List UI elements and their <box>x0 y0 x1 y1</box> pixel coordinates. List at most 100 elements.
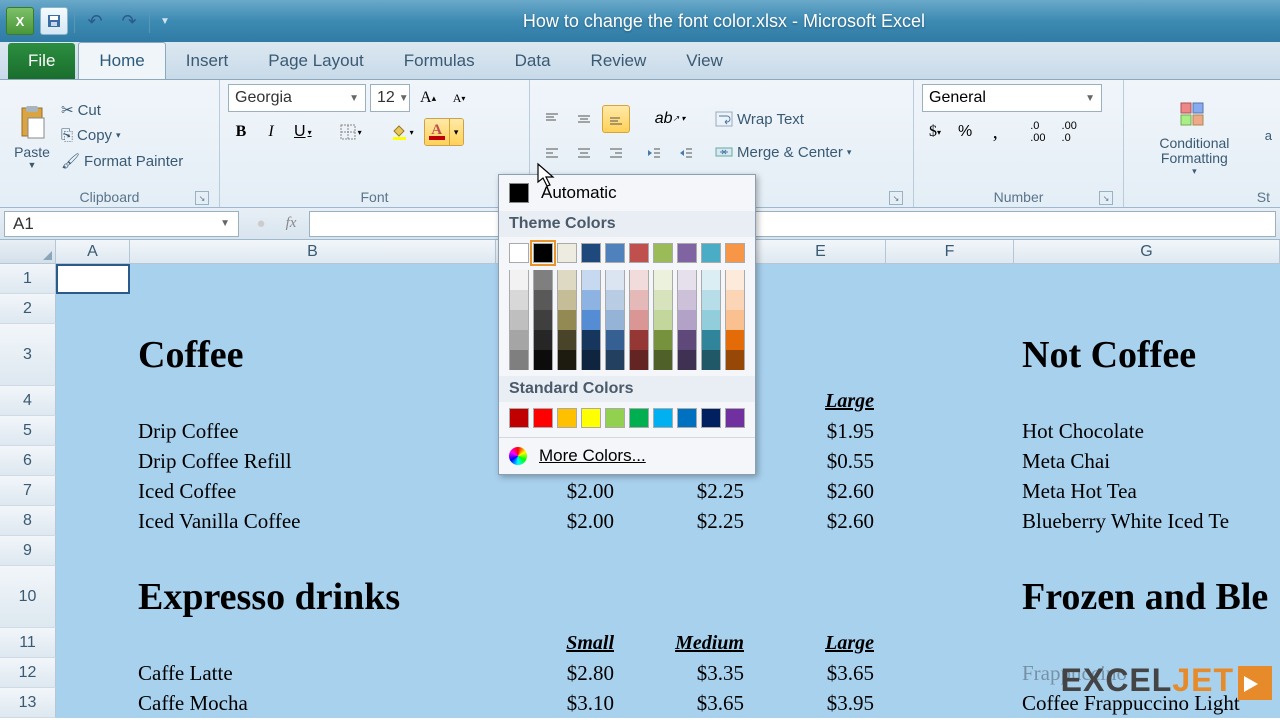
color-swatch[interactable] <box>605 270 625 290</box>
color-swatch[interactable] <box>677 330 697 350</box>
page-layout-tab[interactable]: Page Layout <box>248 43 383 79</box>
row-header[interactable]: 5 <box>0 416 56 446</box>
row-header[interactable]: 3 <box>0 324 56 386</box>
color-swatch[interactable] <box>509 310 529 330</box>
color-swatch[interactable] <box>605 290 625 310</box>
orientation-button[interactable]: ab↗▾ <box>640 105 700 133</box>
color-swatch[interactable] <box>557 310 577 330</box>
align-bottom-button[interactable] <box>602 105 630 133</box>
insert-tab[interactable]: Insert <box>166 43 249 79</box>
row-header[interactable]: 6 <box>0 446 56 476</box>
row-header[interactable]: 1 <box>0 264 56 294</box>
color-swatch[interactable] <box>701 310 721 330</box>
color-swatch[interactable] <box>701 350 721 370</box>
conditional-formatting-button[interactable]: Conditional Formatting▾ <box>1132 92 1257 180</box>
column-header[interactable]: G <box>1014 240 1280 264</box>
color-swatch[interactable] <box>629 330 649 350</box>
color-swatch[interactable] <box>581 243 601 263</box>
comma-button[interactable]: , <box>982 118 1008 146</box>
color-swatch[interactable] <box>533 290 553 310</box>
color-swatch[interactable] <box>677 408 697 428</box>
color-swatch[interactable] <box>653 350 673 370</box>
cancel-formula-button[interactable]: ● <box>247 212 275 236</box>
color-swatch[interactable] <box>557 290 577 310</box>
copy-button[interactable]: ⎘Copy▾ <box>56 124 188 147</box>
row-header[interactable]: 9 <box>0 536 56 566</box>
active-cell[interactable] <box>56 264 130 294</box>
decrease-decimal-button[interactable]: .00.0 <box>1056 118 1083 146</box>
align-center-button[interactable] <box>570 139 598 167</box>
view-tab[interactable]: View <box>666 43 743 79</box>
color-swatch[interactable] <box>557 243 577 263</box>
clipboard-launcher[interactable]: ↘ <box>195 191 209 205</box>
color-swatch[interactable] <box>653 243 673 263</box>
align-left-button[interactable] <box>538 139 566 167</box>
name-box[interactable]: A1▼ <box>4 211 239 237</box>
align-top-button[interactable] <box>538 105 566 133</box>
format-painter-button[interactable]: 🖌Format Painter <box>56 149 188 173</box>
color-swatch[interactable] <box>629 290 649 310</box>
color-swatch[interactable] <box>677 350 697 370</box>
color-swatch[interactable] <box>629 243 649 263</box>
color-swatch[interactable] <box>533 408 553 428</box>
color-swatch[interactable] <box>677 310 697 330</box>
more-colors-item[interactable]: More Colors... <box>499 437 755 474</box>
number-launcher[interactable]: ↘ <box>1099 191 1113 205</box>
color-swatch[interactable] <box>581 310 601 330</box>
color-swatch[interactable] <box>605 408 625 428</box>
alignment-launcher[interactable]: ↘ <box>889 191 903 205</box>
color-swatch[interactable] <box>509 290 529 310</box>
color-swatch[interactable] <box>677 270 697 290</box>
color-swatch[interactable] <box>581 350 601 370</box>
color-swatch[interactable] <box>509 350 529 370</box>
row-header[interactable]: 4 <box>0 386 56 416</box>
excel-icon[interactable]: X <box>6 7 34 35</box>
color-swatch[interactable] <box>533 350 553 370</box>
underline-button[interactable]: U▾ <box>288 118 318 146</box>
merge-center-button[interactable]: Merge & Center▾ <box>710 139 856 166</box>
color-swatch[interactable] <box>557 350 577 370</box>
color-swatch[interactable] <box>605 330 625 350</box>
formulas-tab[interactable]: Formulas <box>384 43 495 79</box>
color-swatch[interactable] <box>701 270 721 290</box>
row-header[interactable]: 10 <box>0 566 56 628</box>
color-swatch[interactable] <box>557 270 577 290</box>
color-swatch[interactable] <box>629 350 649 370</box>
color-swatch[interactable] <box>725 290 745 310</box>
color-swatch[interactable] <box>653 310 673 330</box>
column-header[interactable]: B <box>130 240 496 264</box>
row-header[interactable]: 11 <box>0 628 56 658</box>
row-header[interactable]: 12 <box>0 658 56 688</box>
color-swatch[interactable] <box>605 350 625 370</box>
color-swatch[interactable] <box>509 270 529 290</box>
italic-button[interactable]: I <box>258 118 284 146</box>
shrink-font-button[interactable]: A▾ <box>446 84 472 112</box>
borders-button[interactable]: ▾ <box>334 118 368 146</box>
color-swatch[interactable] <box>653 270 673 290</box>
color-swatch[interactable] <box>509 408 529 428</box>
row-header[interactable]: 7 <box>0 476 56 506</box>
font-color-button[interactable]: A ▾ <box>424 118 464 146</box>
color-swatch[interactable] <box>701 408 721 428</box>
color-swatch[interactable] <box>725 270 745 290</box>
fill-color-button[interactable]: ▾ <box>384 118 420 146</box>
color-swatch[interactable] <box>509 243 529 263</box>
color-swatch[interactable] <box>653 408 673 428</box>
color-swatch[interactable] <box>533 310 553 330</box>
color-swatch[interactable] <box>725 350 745 370</box>
color-swatch[interactable] <box>725 408 745 428</box>
currency-button[interactable]: $▾ <box>922 118 948 146</box>
color-swatch[interactable] <box>629 408 649 428</box>
formula-input[interactable] <box>309 211 1276 237</box>
data-tab[interactable]: Data <box>495 43 571 79</box>
color-swatch[interactable] <box>533 243 553 263</box>
color-swatch[interactable] <box>557 408 577 428</box>
number-format-combo[interactable]: General▼ <box>922 84 1102 112</box>
row-header[interactable]: 8 <box>0 506 56 536</box>
font-size-combo[interactable]: 12▼ <box>370 84 410 112</box>
align-right-button[interactable] <box>602 139 630 167</box>
color-swatch[interactable] <box>581 408 601 428</box>
bold-button[interactable]: B <box>228 118 254 146</box>
color-swatch[interactable] <box>677 243 697 263</box>
color-swatch[interactable] <box>533 330 553 350</box>
